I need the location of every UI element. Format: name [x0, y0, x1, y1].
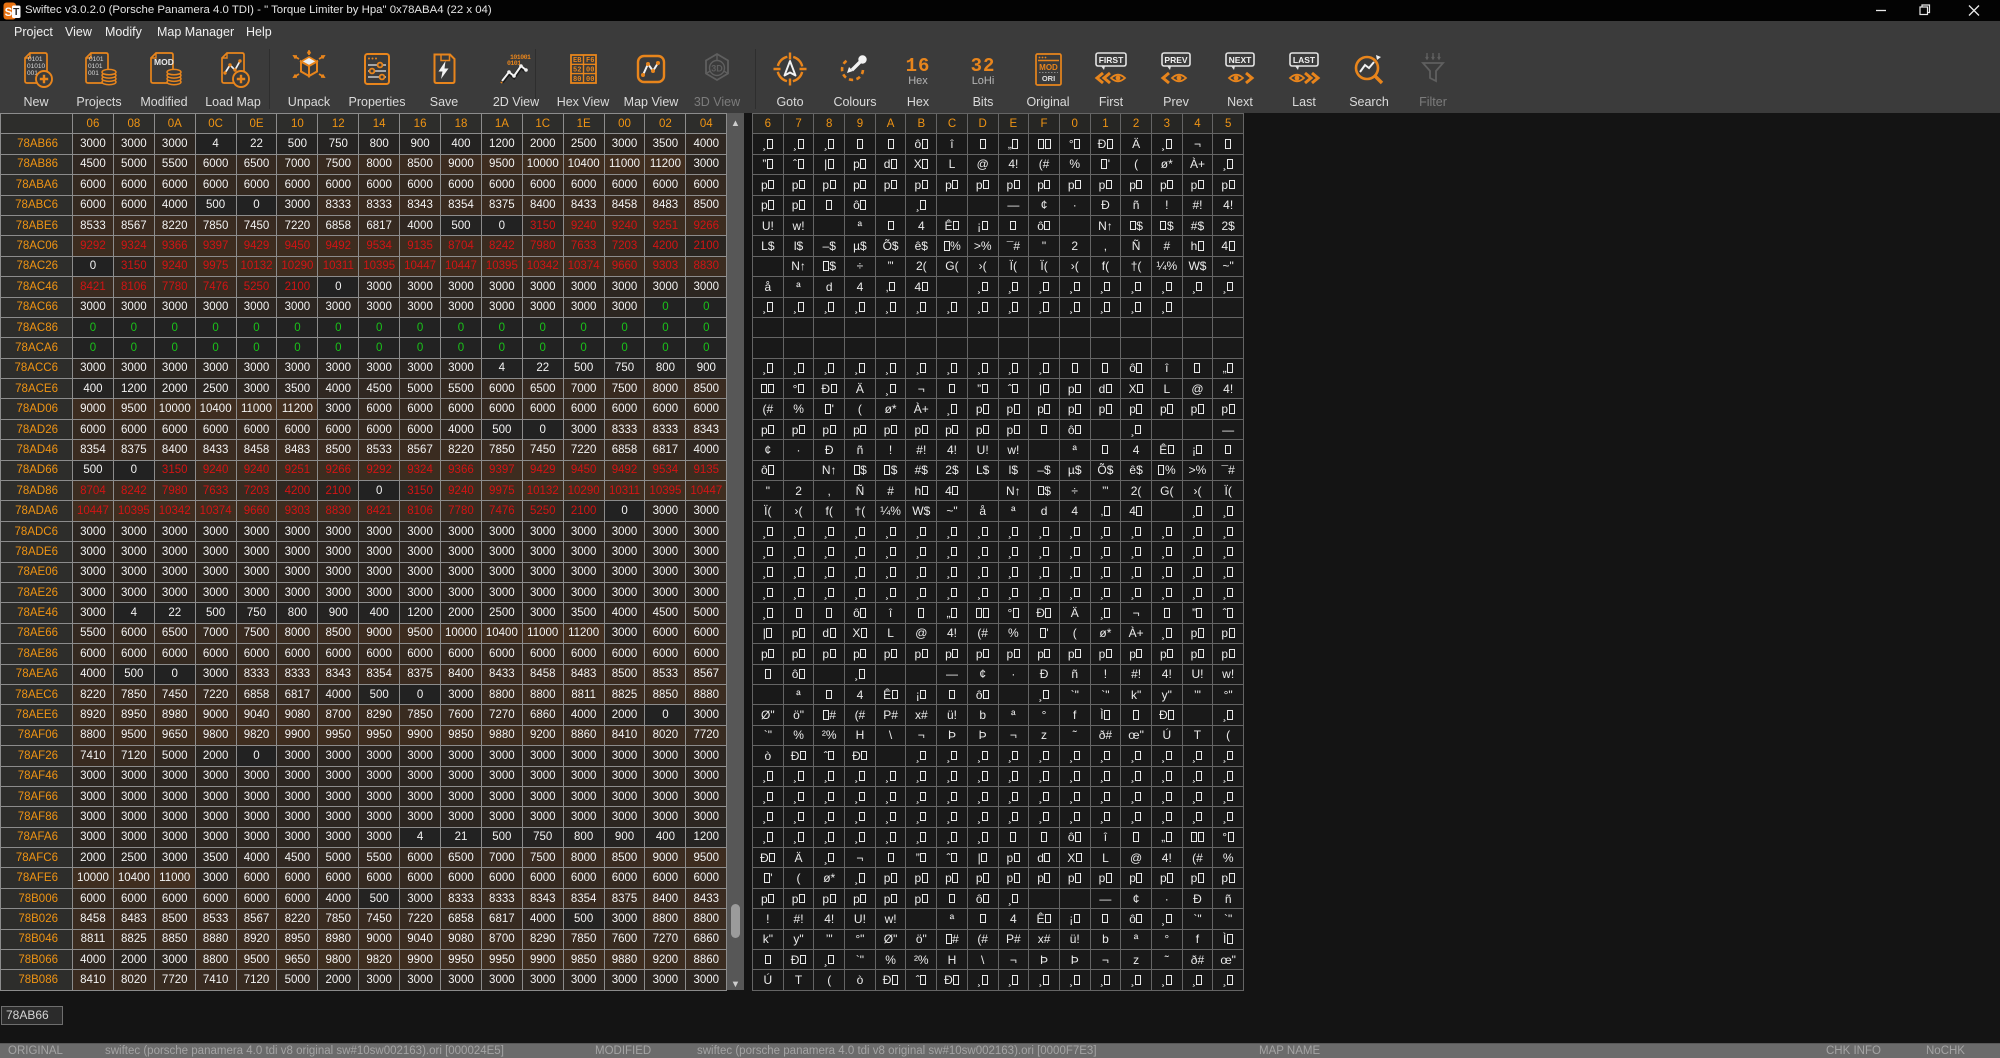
svg-text:S: S: [5, 7, 13, 19]
svg-text:MOD: MOD: [1039, 63, 1058, 72]
svg-text:3D: 3D: [711, 64, 723, 74]
svg-text:LAST: LAST: [1293, 55, 1316, 65]
svg-text:LoHi: LoHi: [972, 75, 995, 87]
svg-text:FIRST: FIRST: [1099, 55, 1124, 65]
svg-text:00: 00: [586, 76, 594, 84]
svg-text:EB: EB: [573, 57, 582, 65]
svg-text:PREV: PREV: [1164, 55, 1187, 65]
svg-text:T: T: [13, 7, 19, 18]
svg-text:NEXT: NEXT: [1229, 55, 1252, 65]
svg-text:32: 32: [971, 55, 996, 77]
svg-text:0101: 0101: [507, 60, 521, 67]
svg-text:01010: 01010: [27, 63, 45, 70]
svg-text:0101: 0101: [28, 56, 43, 63]
svg-text:F6: F6: [586, 57, 594, 65]
svg-text:52: 52: [573, 67, 581, 75]
svg-text:MOD: MOD: [154, 57, 174, 67]
svg-text:ORI: ORI: [1042, 74, 1055, 83]
svg-text:001: 001: [88, 70, 99, 77]
svg-text:0101: 0101: [89, 56, 104, 63]
svg-text:0101: 0101: [88, 63, 103, 70]
svg-text:00: 00: [586, 67, 594, 75]
svg-text:Hex: Hex: [908, 75, 928, 87]
svg-text:16: 16: [906, 55, 931, 77]
svg-text:80: 80: [573, 76, 581, 84]
